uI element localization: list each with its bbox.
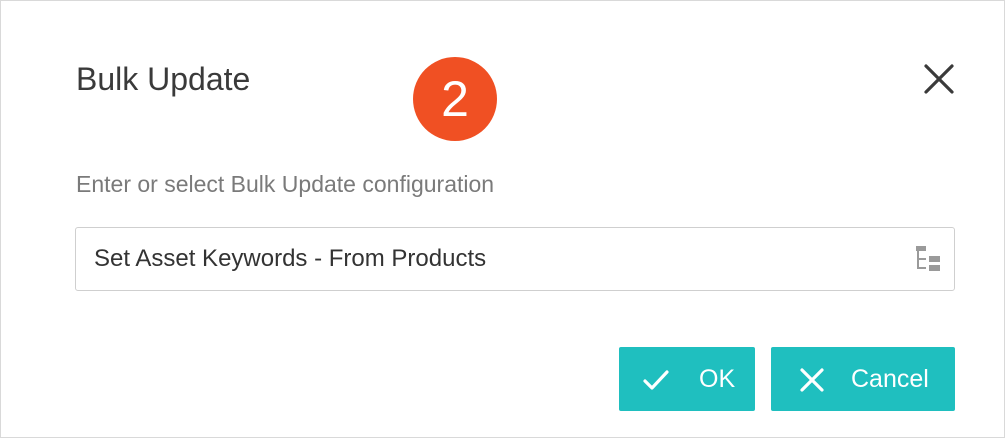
close-icon	[924, 64, 954, 94]
bulk-update-dialog: Bulk Update 2 Enter or select Bulk Updat…	[0, 0, 1005, 438]
configuration-field[interactable]: Set Asset Keywords - From Products	[75, 227, 955, 291]
tree-select-icon	[916, 246, 940, 271]
step-number-badge: 2	[413, 57, 497, 141]
ok-label: OK	[699, 365, 736, 393]
ok-button[interactable]: OK	[619, 347, 755, 411]
dialog-title: Bulk Update	[76, 61, 251, 97]
tree-select-button[interactable]	[914, 244, 942, 274]
configuration-prompt: Enter or select Bulk Update configuratio…	[76, 171, 495, 197]
cancel-label: Cancel	[851, 365, 929, 393]
configuration-value: Set Asset Keywords - From Products	[94, 245, 487, 272]
cancel-button[interactable]: Cancel	[771, 347, 955, 411]
check-icon	[643, 370, 669, 390]
x-icon	[800, 368, 824, 392]
close-button[interactable]	[919, 59, 959, 99]
